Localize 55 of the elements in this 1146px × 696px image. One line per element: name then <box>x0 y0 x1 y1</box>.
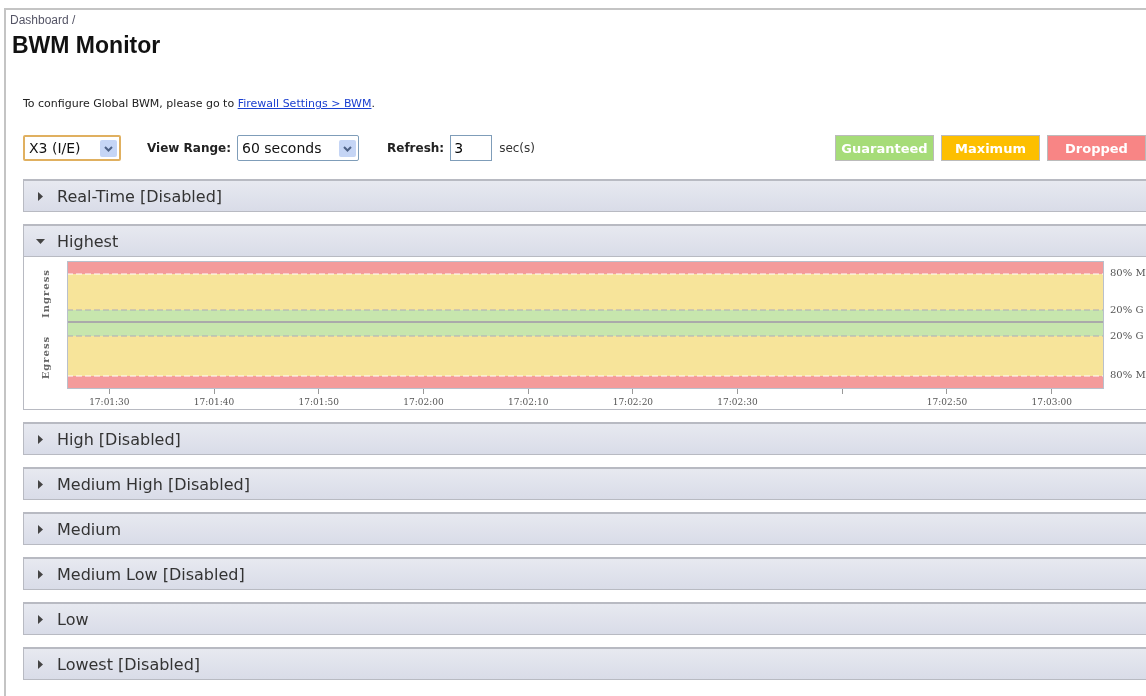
tick-mark <box>318 389 320 394</box>
section-header[interactable]: Lowest [Disabled] <box>23 647 1146 680</box>
time-label: 17:02:30 <box>717 397 758 407</box>
tick-mark <box>737 389 739 394</box>
section-header[interactable]: Medium Low [Disabled] <box>23 557 1146 590</box>
refresh-unit: sec(s) <box>499 141 535 155</box>
tick-mark <box>841 389 843 394</box>
threshold-label: 20% G <box>1110 330 1144 342</box>
time-label: 17:01:50 <box>298 397 339 407</box>
tick-mark <box>632 389 634 394</box>
caret-right-icon <box>36 659 45 669</box>
time-label: 17:02:10 <box>507 397 549 407</box>
page-title: BWM Monitor <box>12 32 161 59</box>
tick-mark <box>108 389 110 394</box>
section-header[interactable]: Medium High [Disabled] <box>23 467 1146 500</box>
axis-label: Ingress <box>40 268 51 318</box>
breadcrumb: Dashboard / <box>10 13 77 27</box>
time-label: 17:02:00 <box>403 397 444 407</box>
threshold-label: 20% G <box>1110 304 1144 316</box>
caret-right-icon <box>36 524 45 534</box>
time-label: 17:02:20 <box>612 397 654 407</box>
tick-mark <box>1051 389 1053 394</box>
threshold-label: 80% M <box>1110 267 1146 279</box>
caret-icon <box>100 139 117 157</box>
config-notice: To configure Global BWM, please go to Firewall Settings > BWM. <box>23 97 375 110</box>
section-header[interactable]: High [Disabled] <box>23 422 1146 455</box>
view-range-select[interactable]: 60 seconds <box>237 135 359 161</box>
caret-right-icon <box>36 479 45 489</box>
refresh-input[interactable]: 3 <box>450 135 493 161</box>
time-label: 17:01:40 <box>193 397 235 407</box>
tick-mark <box>946 389 948 394</box>
legend-tag: Maximum <box>941 135 1040 161</box>
axis-label: Egress <box>40 335 51 379</box>
tick-mark <box>527 389 529 394</box>
section-header[interactable]: Highest <box>23 224 1146 257</box>
threshold-label: 80% M <box>1110 369 1146 381</box>
refresh-label: Refresh: <box>387 141 445 155</box>
caret-right-icon <box>36 569 45 579</box>
time-label: 17:03:00 <box>1031 397 1072 407</box>
section-header[interactable]: Medium <box>23 512 1146 545</box>
caret-down-icon <box>36 236 45 246</box>
section-header[interactable]: Low <box>23 602 1146 635</box>
tick-mark <box>422 389 424 394</box>
section-header[interactable]: Real-Time [Disabled] <box>23 179 1146 212</box>
tick-mark <box>213 389 215 394</box>
legend-tag: Dropped <box>1047 135 1146 161</box>
time-label: 17:02:50 <box>926 397 968 407</box>
caret-icon <box>339 139 356 157</box>
legend-tag: Guaranteed <box>835 135 934 161</box>
caret-right-icon <box>36 614 45 624</box>
caret-right-icon <box>36 191 45 201</box>
interface-select[interactable]: X3 (I/E) <box>23 135 121 161</box>
caret-right-icon <box>36 434 45 444</box>
time-label: 17:01:30 <box>89 397 130 407</box>
view-range-label: View Range: <box>147 141 231 155</box>
